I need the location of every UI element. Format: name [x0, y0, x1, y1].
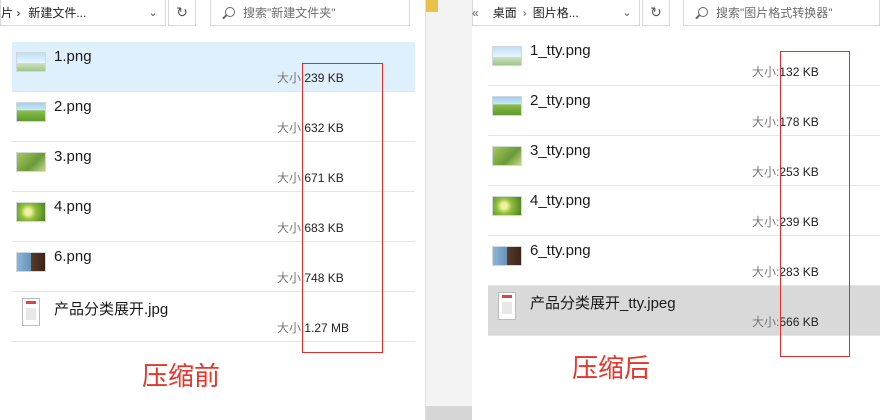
- document-icon: [22, 298, 40, 326]
- refresh-icon: ↻: [176, 4, 188, 20]
- file-size-label: 大小:: [752, 215, 780, 229]
- chevron-down-icon[interactable]: ⌄: [619, 6, 635, 19]
- file-size-label: 大小:: [277, 121, 305, 135]
- search-input[interactable]: 搜索"图片格式转换器": [683, 0, 880, 26]
- sky-icon: [16, 52, 46, 72]
- file-size-label: 大小:: [752, 65, 780, 79]
- caption-before: 压缩前: [142, 362, 221, 392]
- search-icon: [694, 6, 708, 20]
- file-size-label: 大小:: [277, 271, 305, 285]
- address-prefix[interactable]: «: [472, 6, 479, 20]
- file-name: 4_tty.png: [530, 192, 591, 209]
- file-size-label: 大小:: [277, 71, 305, 85]
- file-name: 2_tty.png: [530, 92, 591, 109]
- highlight-frame: [302, 63, 383, 353]
- refresh-icon: ↻: [650, 4, 662, 20]
- file-size-label: 大小:: [752, 115, 780, 129]
- address-path[interactable]: 新建文件...: [28, 4, 86, 21]
- file-size-label: 大小:: [752, 165, 780, 179]
- chevron-down-icon[interactable]: ⌄: [145, 6, 161, 19]
- file-size-label: 大小:: [752, 315, 780, 329]
- file-size-label: 大小:: [277, 171, 305, 185]
- grass-icon: [16, 152, 46, 172]
- sky-icon: [492, 46, 522, 66]
- search-icon: [221, 6, 235, 20]
- file-size-label: 大小:: [277, 321, 305, 335]
- caption-after: 压缩后: [572, 354, 651, 384]
- taskbar-fragment: [426, 406, 472, 420]
- file-name: 3.png: [54, 148, 92, 165]
- refresh-button[interactable]: ↻: [642, 0, 670, 26]
- address-path-folder[interactable]: 图片格...: [533, 4, 579, 21]
- window-gap: [426, 0, 472, 420]
- address-path-desktop[interactable]: 桌面: [493, 4, 517, 21]
- portrait-icon: [492, 246, 522, 266]
- file-name: 1.png: [54, 48, 92, 65]
- screenshot-stage: 片 › 新建文件... ⌄ ↻ 搜索"新建文件夹" 1.png 大小:239 KB…: [0, 0, 880, 420]
- file-size-label: 大小:: [752, 265, 780, 279]
- file-name: 产品分类展开_tty.jpeg: [530, 295, 676, 312]
- file-name: 产品分类展开.jpg: [54, 301, 169, 318]
- explorer-window-before: 片 › 新建文件... ⌄ ↻ 搜索"新建文件夹" 1.png 大小:239 KB…: [0, 0, 426, 420]
- file-name: 6_tty.png: [530, 242, 591, 259]
- flowers-icon: [16, 202, 46, 222]
- flowers-icon: [492, 196, 522, 216]
- address-bar[interactable]: « 桌面 › 图片格... ⌄: [472, 0, 640, 26]
- portrait-icon: [16, 252, 46, 272]
- grass-icon: [492, 146, 522, 166]
- file-name: 2.png: [54, 98, 92, 115]
- field-icon: [492, 96, 522, 116]
- folder-icon: [426, 0, 438, 12]
- document-icon: [498, 292, 516, 320]
- file-name: 1_tty.png: [530, 42, 591, 59]
- file-size-label: 大小:: [277, 221, 305, 235]
- file-name: 3_tty.png: [530, 142, 591, 159]
- highlight-frame: [780, 51, 850, 357]
- file-name: 4.png: [54, 198, 92, 215]
- search-input[interactable]: 搜索"新建文件夹": [210, 0, 410, 26]
- breadcrumb-separator: ›: [522, 5, 527, 20]
- refresh-button[interactable]: ↻: [168, 0, 196, 26]
- address-prefix: 片 ›: [1, 6, 21, 20]
- search-placeholder: 搜索"图片格式转换器": [716, 6, 833, 20]
- explorer-window-after: « 桌面 › 图片格... ⌄ ↻ 搜索"图片格式转换器" 1_tty.png 大…: [472, 0, 880, 420]
- search-placeholder: 搜索"新建文件夹": [243, 6, 336, 20]
- address-bar[interactable]: 片 › 新建文件... ⌄: [0, 0, 166, 26]
- file-name: 6.png: [54, 248, 92, 265]
- field-icon: [16, 102, 46, 122]
